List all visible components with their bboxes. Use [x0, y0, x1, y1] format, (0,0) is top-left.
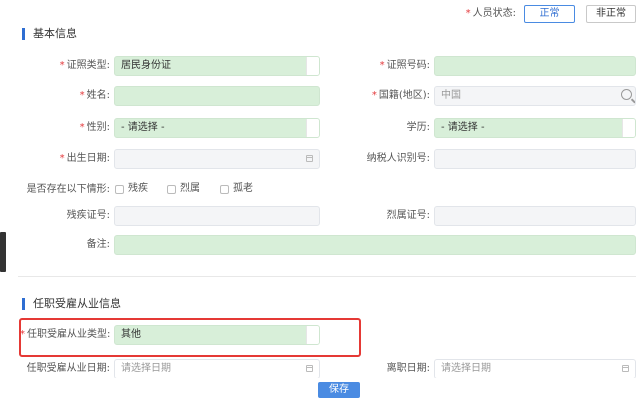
martyr-cert-label: 烈属证号: [386, 210, 430, 221]
search-icon[interactable] [621, 89, 632, 100]
departure-date-label: 离职日期: [386, 363, 430, 374]
disability-cert-input[interactable] [114, 206, 320, 226]
special-status-label: 是否存在以下情形: [26, 184, 110, 195]
section-divider [18, 276, 636, 277]
gender-label: * 性别: [79, 122, 110, 133]
remarks-label: 备注: [86, 239, 110, 250]
education-select[interactable]: - 请选择 - [434, 118, 636, 138]
birth-date-label: * 出生日期: [59, 153, 110, 164]
section-marker [22, 298, 25, 310]
education-label: 学历: [406, 122, 430, 133]
taxpayer-id-input[interactable] [434, 149, 636, 169]
id-number-input[interactable] [434, 56, 636, 76]
disability-checkbox-label: 残疾 [128, 183, 148, 194]
calendar-icon[interactable] [306, 155, 313, 162]
martyr-family-checkbox-label: 烈属 [180, 183, 200, 194]
status-normal-button[interactable]: 正常 [524, 5, 575, 23]
status-abnormal-button[interactable]: 非正常 [586, 5, 636, 23]
employment-date-input[interactable]: 请选择日期 [114, 359, 320, 379]
calendar-icon[interactable] [622, 365, 629, 372]
id-type-label: * 证照类型: [59, 60, 110, 71]
lonely-elderly-checkbox[interactable] [220, 185, 229, 194]
side-panel-handle[interactable] [0, 232, 6, 272]
employment-type-label: * 任职受雇从业类型: [20, 329, 111, 340]
id-number-label: * 证照号码: [379, 60, 430, 71]
taxpayer-id-label: 纳税人识别号: [366, 153, 430, 164]
disability-cert-label: 残疾证号: [66, 210, 110, 221]
chevron-down-icon [306, 119, 319, 137]
gender-select[interactable]: - 请选择 - [114, 118, 320, 138]
chevron-down-icon [306, 57, 319, 75]
martyr-family-checkbox[interactable] [167, 185, 176, 194]
nationality-label: * 国籍(地区): [371, 90, 430, 101]
disability-checkbox[interactable] [115, 185, 124, 194]
employment-type-select[interactable]: 其他 [114, 325, 320, 345]
chevron-down-icon [306, 326, 319, 344]
name-label: * 姓名: [79, 90, 110, 101]
employment-info-title: 任职受雇从业信息 [33, 297, 121, 310]
section-marker [22, 28, 25, 40]
calendar-icon[interactable] [306, 365, 313, 372]
remarks-input[interactable] [114, 235, 636, 255]
martyr-cert-input[interactable] [434, 206, 636, 226]
nationality-input[interactable]: 中国 [434, 86, 636, 106]
basic-info-title: 基本信息 [33, 27, 77, 40]
name-input[interactable] [114, 86, 320, 106]
id-type-select[interactable]: 居民身份证 [114, 56, 320, 76]
lonely-elderly-checkbox-label: 孤老 [233, 183, 253, 194]
employment-date-label: 任职受雇从业日期: [26, 363, 110, 374]
save-button[interactable]: 保存 [318, 382, 360, 398]
birth-date-input[interactable] [114, 149, 320, 169]
chevron-down-icon [622, 119, 635, 137]
departure-date-input[interactable]: 请选择日期 [434, 359, 636, 379]
personnel-status-label: * 人员状态: [465, 8, 516, 19]
